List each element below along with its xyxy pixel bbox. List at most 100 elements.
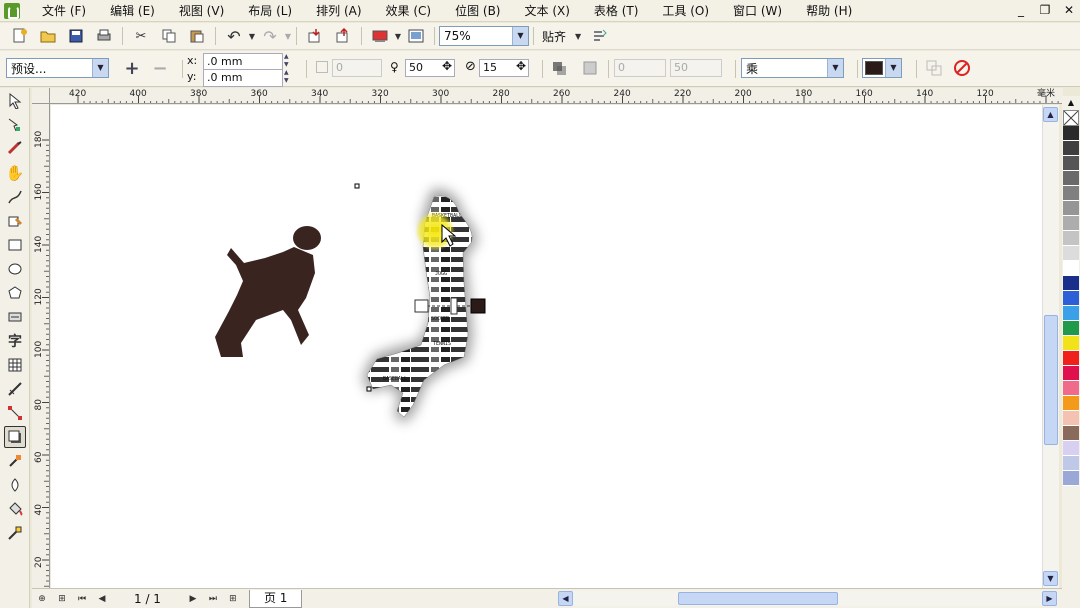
scroll-down-icon[interactable]: ▼ xyxy=(1043,571,1058,586)
palette-swatch[interactable] xyxy=(1063,231,1079,246)
scroll-up-icon[interactable]: ▲ xyxy=(1043,107,1058,122)
y-stepper-icon[interactable]: ▲ ▼ xyxy=(284,69,294,87)
menu-item[interactable]: 排列 (A) xyxy=(304,0,373,22)
close-button[interactable]: ✕ xyxy=(1062,3,1076,17)
palette-swatch[interactable] xyxy=(1063,366,1079,381)
first-page-icon[interactable]: ⏮ xyxy=(75,592,89,606)
palette-swatch[interactable] xyxy=(1063,126,1079,141)
menu-item[interactable]: 位图 (B) xyxy=(443,0,512,22)
palette-swatch[interactable] xyxy=(1063,411,1079,426)
menu-item[interactable]: 效果 (C) xyxy=(374,0,444,22)
table-tool-icon[interactable] xyxy=(4,354,26,376)
polygon-tool-icon[interactable] xyxy=(4,282,26,304)
freehand-tool-icon[interactable] xyxy=(4,186,26,208)
page-origin-icon[interactable]: ⊕ xyxy=(35,592,49,606)
feather-edges-icon[interactable] xyxy=(581,59,599,77)
palette-swatch[interactable] xyxy=(1063,246,1079,261)
drop-shadow-tool-icon[interactable] xyxy=(4,426,26,448)
y-position-field[interactable]: .0 mm xyxy=(203,69,283,87)
open-folder-icon[interactable] xyxy=(39,27,57,45)
smart-fill-tool-icon[interactable] xyxy=(4,210,26,232)
palette-swatch[interactable] xyxy=(1063,291,1079,306)
basic-shapes-tool-icon[interactable] xyxy=(4,306,26,328)
print-icon[interactable] xyxy=(95,27,113,45)
launcher-dropdown-icon[interactable]: ▼ xyxy=(394,27,402,45)
menu-item[interactable]: 编辑 (E) xyxy=(98,0,167,22)
palette-swatch[interactable] xyxy=(1063,261,1079,276)
palette-swatch[interactable] xyxy=(1063,471,1079,486)
palette-swatch[interactable] xyxy=(1063,171,1079,186)
options-icon[interactable] xyxy=(591,27,609,45)
restore-button[interactable]: ❐ xyxy=(1038,3,1052,17)
cut-icon[interactable]: ✂ xyxy=(132,27,150,45)
next-page-icon[interactable]: ▶ xyxy=(186,592,200,606)
drawing-canvas[interactable]: BASKETBALL JOGG SOCCER TENNIS BASEBALL xyxy=(51,105,1042,588)
redo-icon[interactable]: ↷ xyxy=(261,27,279,46)
snap-dropdown-icon[interactable]: ▼ xyxy=(574,27,582,45)
menu-item[interactable]: 窗口 (W) xyxy=(721,0,794,22)
menu-item[interactable]: 帮助 (H) xyxy=(794,0,864,22)
selection-node[interactable] xyxy=(366,386,372,392)
vertical-scrollbar[interactable]: ▲ ▼ xyxy=(1042,105,1059,588)
pick-tool-icon[interactable] xyxy=(4,90,26,112)
ruler-origin-corner[interactable] xyxy=(32,88,50,104)
snap-to-button[interactable]: 贴齐 xyxy=(542,28,566,45)
connector-tool-icon[interactable] xyxy=(4,402,26,424)
palette-swatch[interactable] xyxy=(1063,381,1079,396)
outline-tool-icon[interactable] xyxy=(4,474,26,496)
copy-shadow-properties-icon[interactable] xyxy=(925,59,943,77)
shape-tool-icon[interactable] xyxy=(4,114,26,136)
dimension-tool-icon[interactable] xyxy=(4,378,26,400)
zoom-level-select[interactable]: 75% ▼ xyxy=(439,26,529,46)
rectangle-tool-icon[interactable] xyxy=(4,234,26,256)
merge-mode-select[interactable]: 乘 ▼ xyxy=(741,58,844,78)
crop-tool-icon[interactable] xyxy=(4,138,26,160)
horizontal-scroll-thumb[interactable] xyxy=(678,592,838,605)
zoom-pan-tool-icon[interactable]: ✋ xyxy=(4,162,26,184)
horizontal-scrollbar[interactable]: ◀ ▶ xyxy=(558,591,1058,606)
shadow-opacity-handle[interactable] xyxy=(450,297,458,315)
vertical-scroll-thumb[interactable] xyxy=(1044,315,1058,445)
player-silhouette[interactable] xyxy=(215,226,321,357)
menu-item[interactable]: 布局 (L) xyxy=(236,0,304,22)
palette-swatch[interactable] xyxy=(1063,141,1079,156)
clear-shadow-icon[interactable] xyxy=(953,59,971,77)
preset-select[interactable]: 预设... ▼ xyxy=(6,58,109,78)
palette-swatch[interactable] xyxy=(1063,426,1079,441)
ellipse-tool-icon[interactable] xyxy=(4,258,26,280)
shadow-angle-field[interactable]: 0 xyxy=(614,59,666,77)
add-page-icon[interactable]: ⊞ xyxy=(55,592,69,606)
feather-slider-icon[interactable]: ✥ xyxy=(516,59,526,73)
remove-preset-icon[interactable]: − xyxy=(151,58,169,79)
copy-icon[interactable] xyxy=(160,27,178,45)
import-icon[interactable] xyxy=(306,27,324,45)
menu-item[interactable]: 工具 (O) xyxy=(650,0,721,22)
add-page-after-icon[interactable]: ⊞ xyxy=(226,592,240,606)
scroll-right-icon[interactable]: ▶ xyxy=(1042,591,1057,606)
palette-swatch[interactable] xyxy=(1063,201,1079,216)
shadow-stretch-field[interactable]: 50 xyxy=(670,59,722,77)
application-launcher-icon[interactable] xyxy=(371,27,389,45)
palette-swatch[interactable] xyxy=(1063,441,1079,456)
minimize-button[interactable]: _ xyxy=(1014,3,1028,17)
palette-swatch[interactable] xyxy=(1063,456,1079,471)
previous-page-icon[interactable]: ◀ xyxy=(95,592,109,606)
last-page-icon[interactable]: ⏭ xyxy=(206,592,220,606)
no-color-swatch[interactable] xyxy=(1063,110,1079,126)
palette-swatch[interactable] xyxy=(1063,321,1079,336)
welcome-screen-icon[interactable] xyxy=(407,27,425,45)
undo-icon[interactable]: ↶ xyxy=(225,27,243,46)
palette-swatch[interactable] xyxy=(1063,156,1079,171)
selection-node[interactable] xyxy=(354,183,360,189)
eyedropper-tool-icon[interactable] xyxy=(4,450,26,472)
save-icon[interactable] xyxy=(67,27,85,45)
palette-scroll-up-icon[interactable]: ▲ xyxy=(1062,96,1080,110)
undo-dropdown-icon[interactable]: ▼ xyxy=(248,27,256,45)
menu-item[interactable]: 文本 (X) xyxy=(513,0,582,22)
palette-swatch[interactable] xyxy=(1063,186,1079,201)
palette-swatch[interactable] xyxy=(1063,351,1079,366)
redo-dropdown-icon[interactable]: ▼ xyxy=(284,27,292,45)
palette-swatch[interactable] xyxy=(1063,306,1079,321)
shadow-end-handle[interactable] xyxy=(470,298,486,314)
palette-swatch[interactable] xyxy=(1063,216,1079,231)
